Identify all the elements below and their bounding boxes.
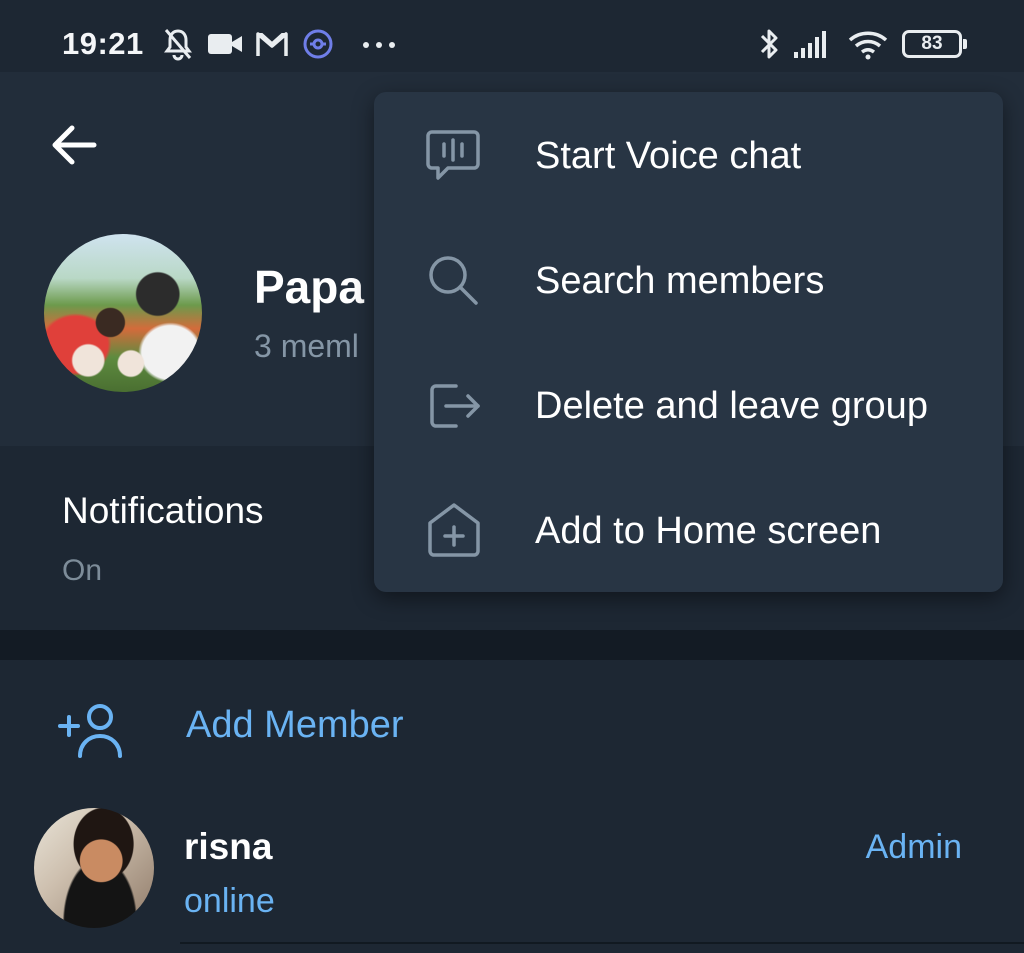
more-dots-icon [363, 42, 395, 48]
add-home-icon [428, 503, 480, 557]
menu-label: Start Voice chat [535, 135, 802, 177]
add-user-icon [58, 704, 122, 758]
menu-item-search-members[interactable]: Search members [374, 219, 1003, 344]
group-info-screen: 19:21 83 Papa 3 meml Notifications On Ad… [0, 0, 1024, 953]
gmail-icon [256, 32, 288, 56]
signal-icon [794, 31, 826, 58]
group-name: Papa [254, 261, 364, 313]
bell-off-icon [164, 29, 192, 61]
status-time: 19:21 [62, 26, 144, 61]
wifi-icon [848, 31, 888, 60]
menu-label: Search members [535, 260, 825, 302]
menu-item-delete-and-leave[interactable]: Delete and leave group [374, 344, 1003, 469]
bluetooth-icon [760, 29, 778, 59]
arrow-left-icon[interactable] [44, 118, 104, 172]
divider [180, 942, 1024, 944]
notifications-title: Notifications [62, 490, 264, 531]
members-section: Add Member risna online Admin [0, 660, 1024, 953]
leave-icon [430, 384, 480, 428]
member-role-badge: Admin [865, 828, 962, 866]
notifications-value: On [62, 554, 103, 587]
member-status: online [184, 882, 275, 920]
group-avatar[interactable] [44, 234, 202, 392]
vpn-app-icon [303, 29, 333, 59]
voice-chat-icon [426, 130, 480, 180]
video-camera-icon [208, 34, 242, 54]
member-name: risna [184, 826, 273, 867]
menu-label: Add to Home screen [535, 510, 882, 552]
group-member-count: 3 meml [254, 328, 359, 364]
member-row[interactable]: risna online Admin [0, 800, 1024, 953]
options-menu: Start Voice chat Search members Delete a… [374, 92, 1003, 592]
menu-item-start-voice-chat[interactable]: Start Voice chat [374, 94, 1003, 219]
status-bar: 19:21 83 [0, 0, 1024, 72]
menu-item-add-to-home[interactable]: Add to Home screen [374, 469, 1003, 594]
section-divider [0, 630, 1024, 660]
avatar [34, 808, 154, 928]
add-member-button[interactable]: Add Member [0, 660, 1024, 796]
menu-label: Delete and leave group [535, 385, 928, 427]
search-icon [429, 256, 478, 305]
battery-indicator: 83 [902, 30, 967, 58]
add-member-label: Add Member [186, 704, 404, 746]
